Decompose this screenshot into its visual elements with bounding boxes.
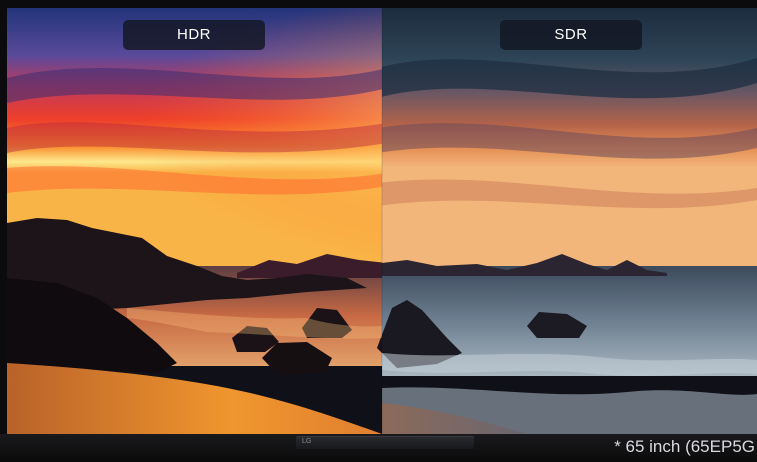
tv-brand-logo: LG bbox=[302, 438, 312, 445]
sunset-seascape-photo bbox=[7, 8, 757, 434]
tv-top-bezel bbox=[0, 0, 757, 8]
tv-screen: HDR SDR bbox=[7, 8, 757, 434]
sdr-label: SDR bbox=[500, 20, 642, 50]
tv-comparison-image: HDR SDR LG * 65 inch (65EP5G bbox=[0, 0, 757, 462]
tv-stand-bar bbox=[296, 436, 474, 449]
model-caption: * 65 inch (65EP5G bbox=[614, 437, 755, 456]
tv-left-bezel bbox=[0, 0, 7, 434]
hdr-label: HDR bbox=[123, 20, 265, 50]
